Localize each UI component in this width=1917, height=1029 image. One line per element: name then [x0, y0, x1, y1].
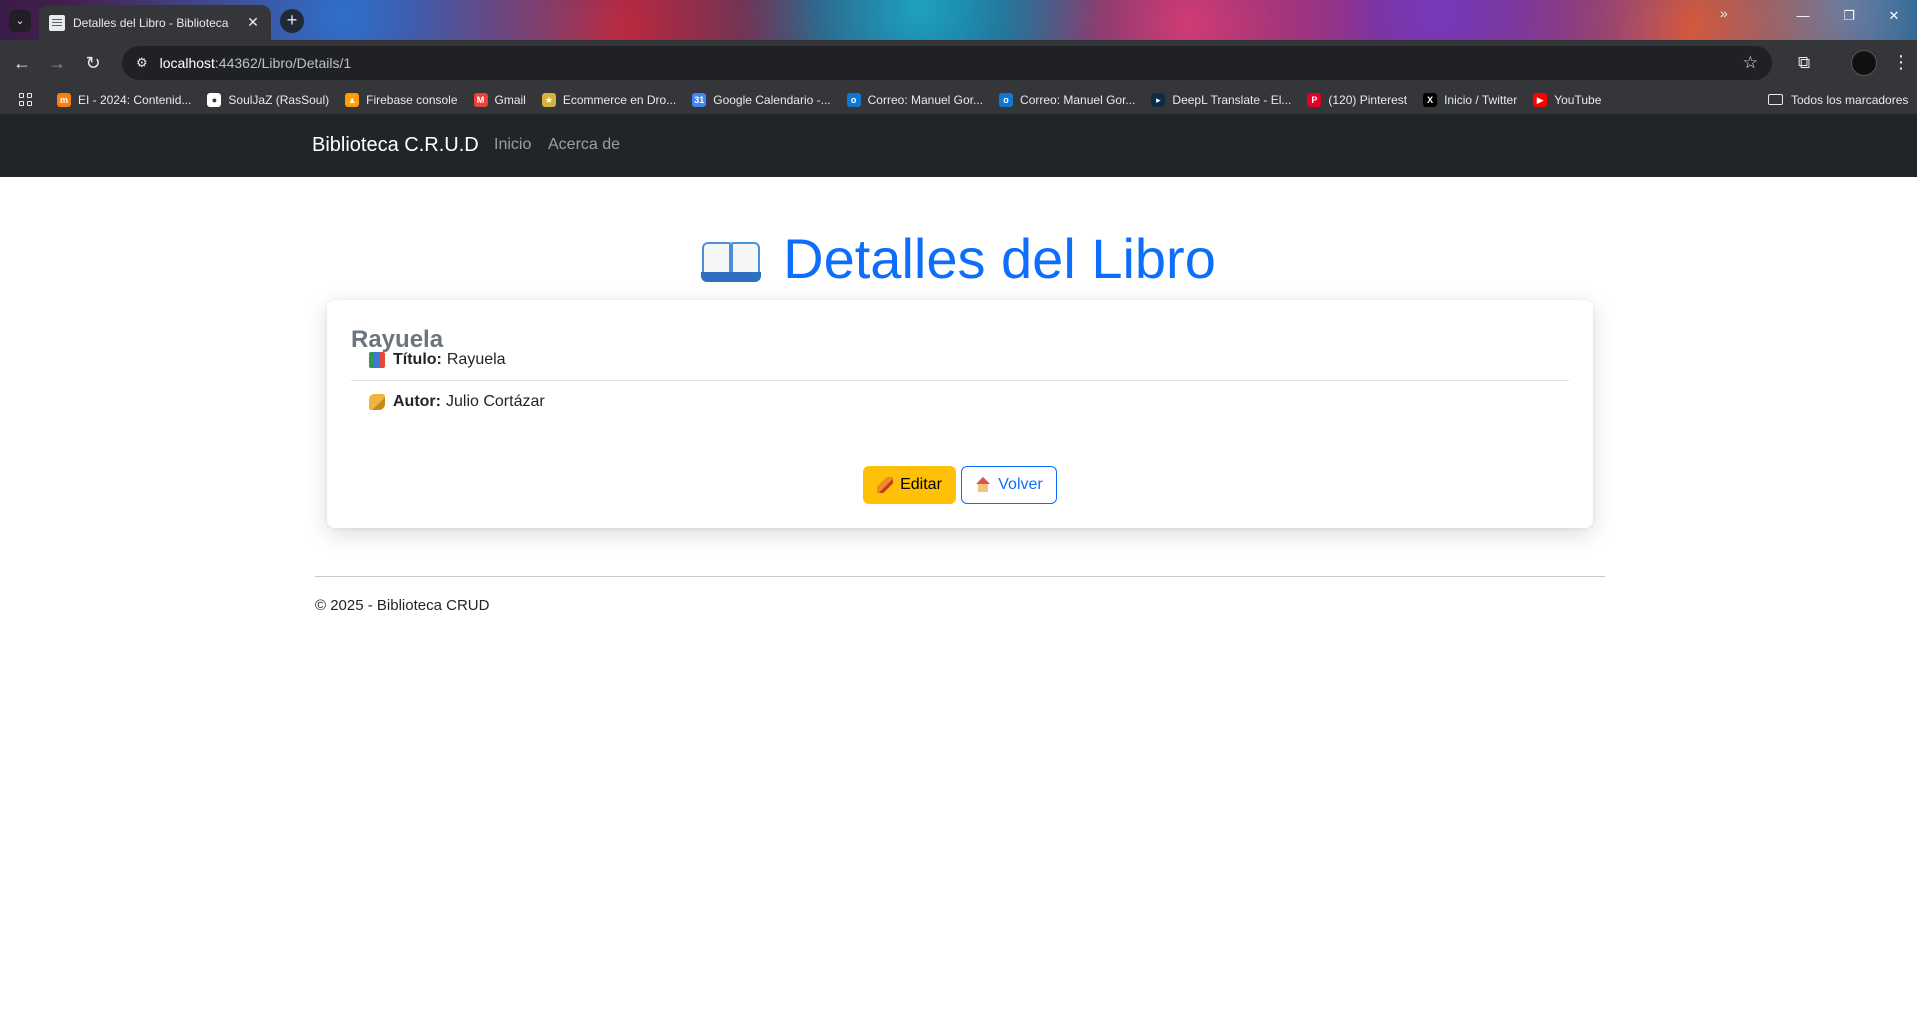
- open-book-icon: [701, 238, 762, 282]
- footer-divider: [315, 576, 1605, 577]
- browser-tab-strip: ⌄ Detalles del Libro - Biblioteca ✕ + — …: [0, 0, 1917, 40]
- bookmark-item[interactable]: X Inicio / Twitter: [1423, 92, 1518, 107]
- detail-label-titulo: Título:: [393, 351, 442, 368]
- github-icon: ●: [207, 92, 222, 107]
- bookmark-label: (120) Pinterest: [1328, 92, 1408, 107]
- back-arrow-icon[interactable]: ←: [11, 52, 33, 74]
- browser-tab-active[interactable]: Detalles del Libro - Biblioteca ✕: [39, 5, 271, 40]
- nav-link-inicio[interactable]: Inicio: [494, 136, 531, 154]
- deepl-icon: ▸: [1151, 92, 1166, 107]
- back-button[interactable]: Volver: [961, 466, 1057, 504]
- books-icon: [369, 352, 385, 368]
- bookmark-label: Inicio / Twitter: [1444, 92, 1518, 107]
- browser-toolbar: ← → ↻ ⚙ localhost:44362/Libro/Details/1 …: [0, 40, 1917, 85]
- bookmark-label: SoulJaZ (RasSoul): [228, 92, 330, 107]
- minimize-window-button[interactable]: —: [1780, 8, 1826, 23]
- bookmark-label: YouTube: [1554, 92, 1602, 107]
- tab-search-chevron-icon[interactable]: ⌄: [9, 10, 31, 32]
- writing-hand-icon: [369, 393, 385, 410]
- moodle-icon: m: [57, 92, 71, 107]
- extensions-puzzle-icon[interactable]: ⧉: [1798, 53, 1810, 73]
- edit-button-label: Editar: [900, 476, 942, 493]
- back-button-label: Volver: [998, 476, 1043, 493]
- bookmark-star-icon[interactable]: ☆: [1743, 53, 1758, 73]
- bookmark-label: Ecommerce en Dro...: [562, 92, 677, 107]
- edit-button[interactable]: Editar: [863, 466, 956, 504]
- detail-row-autor: Autor: Julio Cortázar: [351, 381, 1569, 422]
- navbar-brand[interactable]: Biblioteca C.R.U.D: [312, 134, 479, 157]
- detail-label-autor: Autor:: [393, 392, 441, 410]
- new-tab-button[interactable]: +: [280, 9, 304, 33]
- detail-value-titulo: Rayuela: [446, 351, 506, 368]
- firebase-icon: ▲: [345, 92, 360, 107]
- youtube-icon: ▶: [1533, 92, 1548, 107]
- house-icon: [975, 477, 991, 493]
- site-navbar: Biblioteca C.R.U.D Inicio Acerca de: [0, 114, 1917, 177]
- bookmarks-overflow-icon[interactable]: »: [1720, 5, 1728, 21]
- calendar-icon: 31: [692, 92, 707, 107]
- bookmark-item[interactable]: ★ Ecommerce en Dro...: [541, 92, 677, 107]
- page-title: Detalles del Libro: [0, 226, 1917, 291]
- restore-window-button[interactable]: ❐: [1826, 8, 1872, 24]
- pinterest-icon: P: [1307, 92, 1322, 107]
- tab-close-icon[interactable]: ✕: [245, 14, 261, 31]
- bookmark-item[interactable]: M Gmail: [473, 92, 526, 107]
- address-bar[interactable]: ⚙ localhost:44362/Libro/Details/1 ☆: [122, 46, 1772, 80]
- bookmark-item[interactable]: ▶ YouTube: [1533, 92, 1602, 107]
- footer-copyright: © 2025 - Biblioteca CRUD: [315, 597, 490, 614]
- folder-icon: [1768, 94, 1783, 105]
- forward-arrow-icon[interactable]: →: [46, 52, 68, 74]
- close-window-button[interactable]: ✕: [1871, 8, 1917, 24]
- url-text: localhost:44362/Libro/Details/1: [159, 55, 352, 71]
- browser-menu-icon[interactable]: ⋮: [1892, 52, 1910, 73]
- tab-title: Detalles del Libro - Biblioteca: [73, 15, 229, 30]
- bookmark-item[interactable]: m EI - 2024: Contenid...: [57, 92, 192, 107]
- gmail-icon: M: [473, 92, 488, 107]
- detail-value-autor: Julio Cortázar: [445, 392, 545, 410]
- detail-row-titulo: Título: Rayuela: [351, 340, 1569, 381]
- bookmark-item[interactable]: ● SoulJaZ (RasSoul): [207, 92, 330, 107]
- bookmark-label: Firebase console: [366, 92, 458, 107]
- bookmark-item[interactable]: ▲ Firebase console: [345, 92, 458, 107]
- outlook-icon: o: [999, 92, 1014, 107]
- bookmark-item[interactable]: 31 Google Calendario -...: [692, 92, 831, 107]
- bookmark-label: Correo: Manuel Gor...: [867, 92, 984, 107]
- nav-link-acerca-de[interactable]: Acerca de: [548, 136, 620, 154]
- bookmark-label: EI - 2024: Contenid...: [78, 92, 192, 107]
- bookmark-item[interactable]: P (120) Pinterest: [1307, 92, 1408, 107]
- pencil-icon: [877, 477, 894, 493]
- site-info-icon[interactable]: ⚙: [136, 55, 148, 71]
- bookmarks-bar: m EI - 2024: Contenid... ● SoulJaZ (RasSoul…: [0, 85, 1917, 114]
- bookmark-label: Gmail: [494, 92, 526, 107]
- page-title-text: Detalles del Libro: [783, 227, 1216, 290]
- bookmark-label: DeepL Translate - El...: [1172, 92, 1292, 107]
- apps-grid-icon[interactable]: [19, 92, 33, 107]
- bookmark-item[interactable]: o Correo: Manuel Gor...: [846, 92, 984, 107]
- bookmark-item[interactable]: ▸ DeepL Translate - El...: [1151, 92, 1292, 107]
- bookmark-label: Correo: Manuel Gor...: [1020, 92, 1136, 107]
- all-bookmarks-label: Todos los marcadores: [1791, 92, 1909, 107]
- all-bookmarks-folder[interactable]: Todos los marcadores: [1768, 85, 1908, 114]
- document-favicon-icon: [49, 14, 65, 31]
- bookmark-item[interactable]: o Correo: Manuel Gor...: [999, 92, 1136, 107]
- reload-icon[interactable]: ↻: [82, 52, 104, 74]
- outlook-icon: o: [846, 92, 861, 107]
- profile-avatar[interactable]: [1851, 50, 1877, 76]
- x-twitter-icon: X: [1423, 92, 1438, 107]
- ecommerce-icon: ★: [541, 92, 556, 107]
- bookmark-label: Google Calendario -...: [713, 92, 831, 107]
